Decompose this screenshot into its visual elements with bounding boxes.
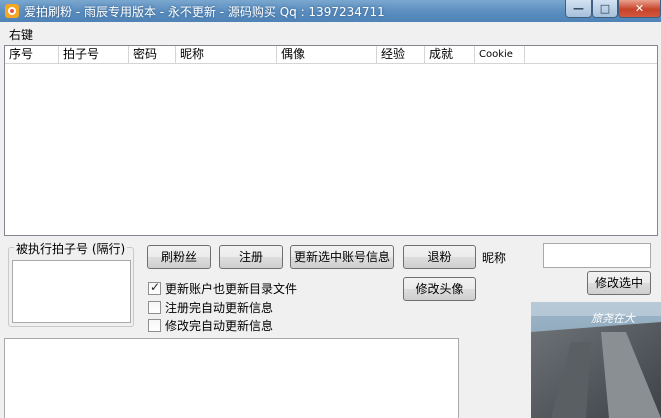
column-header-filler bbox=[525, 46, 657, 63]
auto-update-after-modify-checkbox[interactable]: 修改完自动更新信息 bbox=[148, 317, 348, 333]
maximize-button[interactable]: □ bbox=[592, 0, 618, 18]
column-header-nickname[interactable]: 昵称 bbox=[176, 46, 277, 63]
checkmark-icon: ✓ bbox=[150, 280, 161, 294]
update-selected-account-button[interactable]: 更新选中账号信息 bbox=[290, 245, 394, 269]
checkbox-box[interactable] bbox=[148, 319, 161, 332]
log-output[interactable] bbox=[4, 338, 459, 418]
column-header-index[interactable]: 序号 bbox=[5, 46, 59, 63]
minimize-icon: — bbox=[573, 2, 584, 15]
minimize-button[interactable]: — bbox=[565, 0, 592, 18]
maximize-icon: □ bbox=[599, 2, 611, 15]
column-header-password[interactable]: 密码 bbox=[129, 46, 176, 63]
column-header-idol[interactable]: 偶像 bbox=[277, 46, 377, 63]
checkbox-box[interactable] bbox=[148, 301, 161, 314]
update-directory-checkbox[interactable]: ✓ 更新账户也更新目录文件 bbox=[148, 280, 348, 296]
menu-item-right-click[interactable]: 右键 bbox=[9, 26, 33, 43]
close-button[interactable]: ✕ bbox=[618, 0, 661, 18]
account-list[interactable]: 序号 拍子号 密码 昵称 偶像 经验 成就 Cookie bbox=[4, 45, 658, 236]
window-title: 爱拍刷粉 - 雨辰专用版本 - 永不更新 - 源码购买 Qq : 1397234… bbox=[24, 5, 385, 19]
auto-update-after-register-checkbox[interactable]: 注册完自动更新信息 bbox=[148, 299, 348, 315]
close-icon: ✕ bbox=[634, 2, 645, 15]
app-icon bbox=[5, 4, 19, 18]
modify-selected-button[interactable]: 修改选中 bbox=[587, 271, 651, 295]
column-header-account[interactable]: 拍子号 bbox=[59, 46, 129, 63]
list-header: 序号 拍子号 密码 昵称 偶像 经验 成就 Cookie bbox=[5, 46, 657, 64]
unfollow-button[interactable]: 退粉 bbox=[403, 245, 476, 269]
brush-fans-button[interactable]: 刷粉丝 bbox=[147, 245, 211, 269]
column-header-achievement[interactable]: 成就 bbox=[425, 46, 475, 63]
column-header-experience[interactable]: 经验 bbox=[377, 46, 425, 63]
auto-update-after-register-label: 注册完自动更新信息 bbox=[165, 301, 274, 315]
register-button[interactable]: 注册 bbox=[219, 245, 283, 269]
photo-caption: 旅尧在大 bbox=[591, 312, 636, 325]
avatar-preview-graphic: 旅尧在大 bbox=[531, 302, 661, 418]
column-header-cookie[interactable]: Cookie bbox=[475, 46, 525, 63]
title-bar: 爱拍刷粉 - 雨辰专用版本 - 永不更新 - 源码购买 Qq : 1397234… bbox=[0, 0, 661, 22]
target-accounts-label: 被执行拍子号 (隔行) bbox=[14, 240, 128, 257]
menu-bar: 右键 bbox=[0, 22, 661, 44]
nickname-label: 昵称 bbox=[482, 251, 507, 265]
auto-update-after-modify-label: 修改完自动更新信息 bbox=[165, 319, 274, 333]
checkbox-box[interactable]: ✓ bbox=[148, 280, 161, 295]
target-accounts-input[interactable] bbox=[12, 260, 131, 323]
nickname-input[interactable] bbox=[543, 243, 651, 268]
change-avatar-button[interactable]: 修改头像 bbox=[403, 277, 476, 301]
avatar-preview-image: 旅尧在大 bbox=[531, 302, 661, 418]
update-directory-label: 更新账户也更新目录文件 bbox=[165, 282, 298, 296]
